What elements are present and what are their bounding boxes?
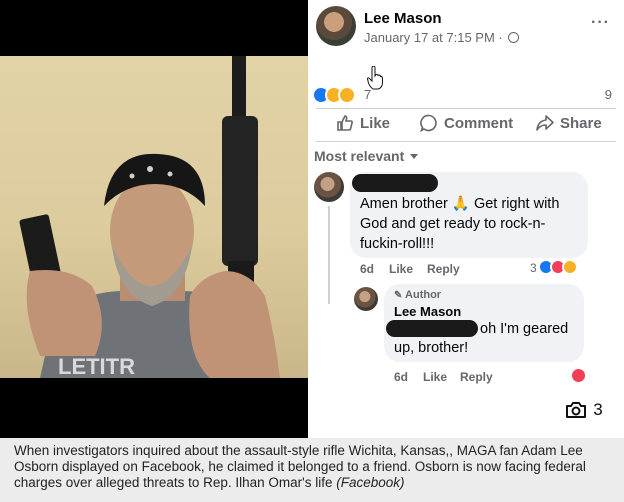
pencil-icon: ✎: [394, 290, 403, 301]
photo-illustration: LETITR: [19, 56, 280, 378]
like-label: Like: [360, 114, 391, 132]
svg-text:LETITR: LETITR: [58, 354, 135, 378]
more-options-icon[interactable]: ···: [591, 14, 610, 32]
reply-meta-row: 6d Like Reply: [394, 370, 594, 386]
reply-author-avatar[interactable]: [354, 287, 378, 311]
comment-sort-dropdown[interactable]: Most relevant: [314, 148, 419, 164]
photo-count: 3: [593, 400, 603, 419]
sort-label: Most relevant: [314, 148, 405, 164]
share-button[interactable]: Share: [536, 114, 602, 132]
post-author-name[interactable]: Lee Mason: [364, 10, 442, 27]
post-action-row: Like Comment Share: [308, 110, 624, 140]
reactions-summary[interactable]: 7 9: [312, 84, 616, 106]
love-reaction-icon[interactable]: [570, 367, 587, 384]
thumbs-up-icon: [337, 115, 353, 131]
camera-icon: [566, 402, 587, 418]
redacted-mention: [386, 320, 478, 337]
comment-like-link[interactable]: Like: [389, 262, 413, 276]
globe-icon: [508, 32, 520, 43]
reply-like-link[interactable]: Like: [423, 370, 447, 384]
comment-text: Amen brother 🙏 Get right with God and ge…: [360, 196, 560, 252]
author-badge-label: Author: [405, 289, 442, 301]
wow-reaction-icon: [562, 259, 578, 275]
comment-time[interactable]: 6d: [360, 262, 374, 276]
caption-source: (Facebook): [336, 475, 405, 490]
comment-icon: [420, 114, 437, 132]
divider: [316, 108, 616, 109]
reply-author-name[interactable]: Lee Mason: [394, 304, 461, 319]
reply-text-line2: up, brother!: [394, 340, 469, 356]
comment-label: Comment: [444, 114, 514, 132]
reply-text-line1: oh I'm geared: [480, 321, 569, 337]
divider: [316, 141, 616, 142]
comment-reaction-count: 3: [530, 261, 537, 275]
post-header: Lee Mason January 17 at 7:15 PM · ···: [314, 4, 624, 48]
chevron-down-icon: [410, 154, 419, 159]
thread-line: [328, 206, 330, 304]
comment-count[interactable]: 9: [605, 87, 612, 102]
photo-count-badge[interactable]: 3: [556, 394, 612, 426]
comment-reply-link[interactable]: Reply: [427, 262, 460, 276]
author-avatar[interactable]: [316, 6, 356, 46]
commenter-avatar[interactable]: [314, 172, 344, 202]
reply-time[interactable]: 6d: [394, 370, 408, 384]
wow-reaction-icon: [338, 86, 356, 104]
post-timestamp[interactable]: January 17 at 7:15 PM ·: [364, 30, 520, 45]
photo-caption: When investigators inquired about the as…: [0, 438, 624, 502]
photo-panel: LETITR: [0, 0, 308, 438]
post-date[interactable]: January 17 at 7:15 PM ·: [364, 30, 506, 45]
post-photo[interactable]: LETITR: [0, 56, 308, 378]
facebook-post-panel: Lee Mason January 17 at 7:15 PM · ··· 7 …: [308, 0, 624, 438]
comment-button[interactable]: Comment: [420, 114, 513, 132]
like-button[interactable]: Like: [336, 114, 390, 132]
redacted-name: [352, 174, 438, 192]
reaction-count[interactable]: 7: [364, 87, 371, 102]
caption-text: When investigators inquired about the as…: [14, 443, 586, 490]
author-badge: ✎ Author: [394, 289, 441, 301]
reply-reply-link[interactable]: Reply: [460, 370, 493, 384]
share-label: Share: [560, 114, 602, 132]
share-icon: [536, 115, 554, 131]
